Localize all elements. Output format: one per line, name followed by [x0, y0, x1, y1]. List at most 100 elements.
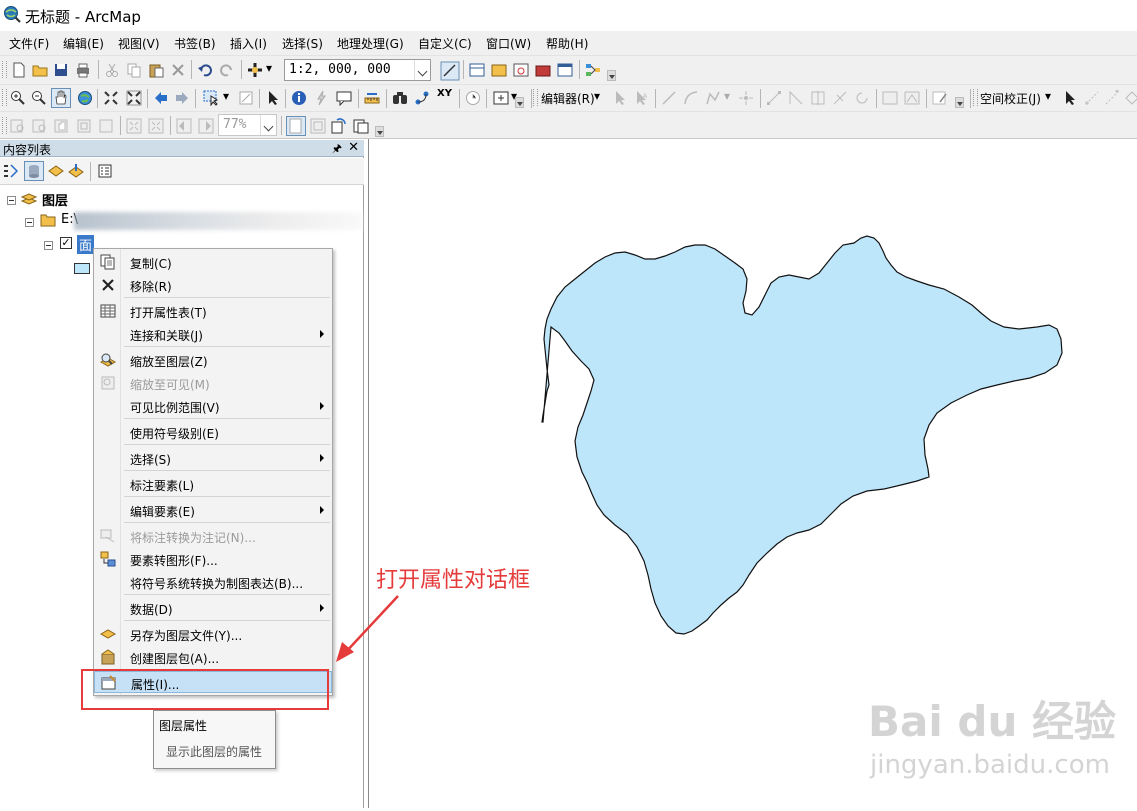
delete-icon[interactable]	[170, 62, 186, 78]
end-point-arc-icon[interactable]	[683, 90, 699, 106]
construction-dropdown-icon[interactable]: ▾	[724, 89, 730, 103]
edit-vertices-icon[interactable]	[766, 90, 782, 106]
find-binoculars-icon[interactable]	[392, 90, 408, 106]
focus-data-frame-icon[interactable]	[310, 118, 326, 134]
sketch-properties-icon[interactable]	[904, 90, 920, 106]
toolbar-options-icon[interactable]	[607, 70, 616, 81]
chevron-down-icon[interactable]	[260, 115, 276, 135]
undo-icon[interactable]	[197, 62, 213, 78]
zoom-100-icon[interactable]	[98, 118, 114, 134]
layer-visibility-checkbox[interactable]: ✓	[60, 237, 72, 249]
fixed-zoom-in-icon[interactable]	[103, 90, 119, 106]
find-route-icon[interactable]	[414, 90, 430, 106]
layout-zoom-in-icon[interactable]	[10, 118, 26, 134]
toolbar-options-icon[interactable]	[955, 97, 964, 108]
spatial-adjustment-menu[interactable]: 空间校正(J)	[980, 90, 1041, 107]
zoom-in-icon[interactable]	[10, 90, 26, 106]
menu-item-data[interactable]: 数据(D)	[94, 597, 332, 619]
layer-symbol-swatch[interactable]	[74, 263, 90, 274]
zoom-whole-page-icon[interactable]	[76, 118, 92, 134]
paste-icon[interactable]	[148, 62, 164, 78]
zoom-out-icon[interactable]	[31, 90, 47, 106]
html-popup-icon[interactable]	[336, 90, 352, 106]
cut-icon[interactable]	[104, 62, 120, 78]
cut-polygons-icon[interactable]	[810, 90, 826, 106]
menu-item-selection[interactable]: 选择(S)	[94, 447, 332, 469]
menu-customize[interactable]: 自定义(C)	[418, 35, 472, 52]
toolbar-grip[interactable]	[2, 89, 7, 106]
menu-item-convert-features-to-graphics[interactable]: 要素转图形(F)...	[94, 548, 332, 570]
list-by-selection-icon[interactable]	[68, 163, 84, 179]
search-window-icon[interactable]	[513, 62, 529, 78]
time-slider-icon[interactable]	[465, 90, 481, 106]
collapse-layer-icon[interactable]	[44, 241, 53, 250]
toolbar-grip[interactable]	[533, 89, 538, 106]
close-icon[interactable]: ✕	[348, 140, 359, 155]
layer-name-selected[interactable]: 面	[77, 235, 95, 254]
fixed-zoom-out-icon[interactable]	[126, 90, 142, 106]
select-dropdown-icon[interactable]: ▾	[223, 89, 229, 103]
reshape-feature-icon[interactable]	[788, 90, 804, 106]
pan-hand-icon[interactable]	[51, 88, 71, 108]
menu-help[interactable]: 帮助(H)	[546, 35, 588, 52]
menu-selection[interactable]: 选择(S)	[282, 35, 323, 52]
menu-item-use-symbol-levels[interactable]: 使用符号级别(E)	[94, 421, 332, 443]
clear-selection-icon[interactable]	[238, 90, 254, 106]
menu-item-convert-symbology-to-representation[interactable]: 将符号系统转换为制图表达(B)...	[94, 571, 332, 593]
editor-dropdown-icon[interactable]: ▾	[594, 89, 600, 103]
menu-item-zoom-to-make-visible[interactable]: 缩放至可见(M)	[94, 372, 332, 394]
menu-item-create-layer-package[interactable]: 创建图层包(A)...	[94, 646, 332, 668]
trace-icon[interactable]	[705, 90, 721, 106]
toolbar-grip[interactable]	[2, 61, 7, 78]
fixed-zoom-out-layout-icon[interactable]	[148, 118, 164, 134]
collapse-layers-icon[interactable]	[7, 196, 16, 205]
collapse-folder-icon[interactable]	[25, 218, 34, 227]
layers-root-label[interactable]: 图层	[42, 190, 68, 209]
new-document-icon[interactable]	[11, 62, 27, 78]
menu-item-convert-labels-to-annotation[interactable]: 将标注转换为注记(N)...	[94, 525, 332, 547]
list-by-drawing-order-icon[interactable]	[3, 163, 19, 179]
full-extent-globe-icon[interactable]	[77, 90, 93, 106]
layout-zoom-out-icon[interactable]	[32, 118, 48, 134]
list-by-visibility-icon[interactable]	[48, 163, 64, 179]
menu-bookmarks[interactable]: 书签(B)	[174, 35, 216, 52]
menu-item-save-as-layer-file[interactable]: 另存为图层文件(Y)...	[94, 623, 332, 645]
menu-item-remove[interactable]: 移除(R)	[94, 274, 332, 296]
menu-item-edit-features[interactable]: 编辑要素(E)	[94, 499, 332, 521]
menu-view[interactable]: 视图(V)	[118, 35, 160, 52]
attributes-icon[interactable]	[882, 90, 898, 106]
modify-link-icon[interactable]	[1104, 90, 1120, 106]
menu-insert[interactable]: 插入(I)	[230, 35, 267, 52]
map-scale-combo[interactable]: 1:2, 000, 000	[284, 59, 431, 81]
menu-item-visible-scale-range[interactable]: 可见比例范围(V)	[94, 395, 332, 417]
toolbar-options-icon[interactable]	[515, 97, 524, 108]
list-by-source-icon[interactable]	[24, 161, 44, 181]
menu-item-label-features[interactable]: 标注要素(L)	[94, 473, 332, 495]
open-folder-icon[interactable]	[32, 62, 48, 78]
forward-arrow-icon[interactable]	[174, 90, 190, 106]
edit-tool-icon[interactable]	[612, 90, 628, 106]
spatial-adjustment-dropdown-icon[interactable]: ▾	[1045, 89, 1051, 103]
menu-item-joins-and-relates[interactable]: 连接和关联(J)	[94, 323, 332, 345]
create-viewer-window-icon[interactable]	[493, 90, 509, 106]
toc-options-icon[interactable]	[97, 163, 113, 179]
menu-windows[interactable]: 窗口(W)	[486, 35, 531, 52]
save-icon[interactable]	[53, 62, 69, 78]
data-driven-pages-icon[interactable]	[353, 118, 369, 134]
python-window-icon[interactable]	[557, 62, 573, 78]
select-features-icon[interactable]	[203, 90, 219, 106]
menu-geoprocessing[interactable]: 地理处理(G)	[337, 35, 404, 52]
editor-menu[interactable]: 编辑器(R)	[541, 90, 595, 107]
select-elements-icon[interactable]	[1062, 90, 1078, 106]
arctoolbox-icon[interactable]	[535, 62, 551, 78]
select-elements-arrow-icon[interactable]	[265, 90, 281, 106]
print-icon[interactable]	[75, 62, 91, 78]
chevron-down-icon[interactable]	[414, 60, 430, 80]
layout-pan-icon[interactable]	[54, 118, 70, 134]
modelbuilder-icon[interactable]	[585, 62, 601, 78]
create-features-icon[interactable]	[932, 90, 948, 106]
copy-toolbar-icon[interactable]	[126, 62, 142, 78]
identify-icon[interactable]	[291, 90, 307, 106]
toolbar-grip[interactable]	[2, 117, 7, 134]
toolbar-options-icon[interactable]	[375, 126, 384, 137]
